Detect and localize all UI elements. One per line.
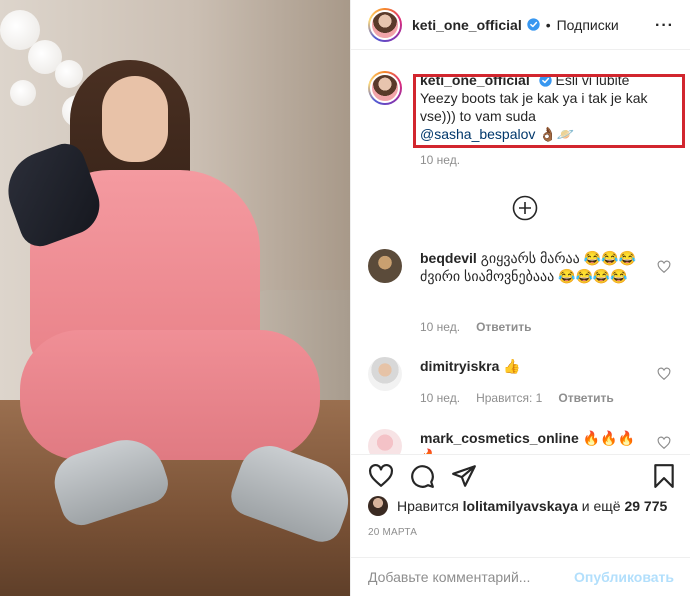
bookmark-icon[interactable]: [651, 463, 677, 489]
comment-avatar[interactable]: [368, 429, 402, 454]
header-separator: •: [545, 16, 551, 33]
photo-flower: [55, 60, 83, 88]
comment-text: dimitryiskra 👍: [420, 357, 650, 391]
comment-icon[interactable]: [409, 463, 435, 489]
comment-body: 👍: [503, 358, 521, 374]
comment-avatar[interactable]: [368, 249, 402, 283]
comment-time[interactable]: 10 нед.: [420, 391, 460, 405]
liker-username[interactable]: lolitamilyavskaya: [463, 498, 578, 514]
caption-time[interactable]: 10 нед.: [420, 153, 460, 167]
photo-face: [102, 76, 168, 162]
highlight-box: [413, 74, 685, 148]
photo-flower: [10, 80, 36, 106]
author-username[interactable]: keti_one_official: [412, 17, 522, 33]
caption-meta: 10 нед.: [420, 153, 460, 167]
comment-username[interactable]: beqdevil: [420, 250, 477, 266]
reply-button[interactable]: Ответить: [476, 320, 531, 334]
comment-username[interactable]: dimitryiskra: [420, 358, 499, 374]
photo-pants: [20, 330, 320, 460]
share-icon[interactable]: [451, 463, 477, 489]
post-header: keti_one_official • Подписки ···: [351, 0, 690, 50]
like-comment-heart-icon[interactable]: [657, 436, 671, 450]
plus-circle-icon[interactable]: [512, 195, 538, 221]
post-date[interactable]: 20 МАРТА: [368, 527, 417, 538]
comment-item: mark_cosmetics_online 🔥🔥🔥🔥: [368, 429, 650, 454]
more-horizontal-icon[interactable]: ···: [655, 17, 674, 35]
publish-button[interactable]: Опубликовать: [574, 569, 674, 585]
comment-username[interactable]: mark_cosmetics_online: [420, 430, 579, 446]
post-actions-bar: [351, 454, 690, 494]
comment-item: dimitryiskra 👍: [368, 357, 650, 391]
comment-meta: 10 нед. Ответить: [420, 320, 532, 334]
following-button[interactable]: Подписки: [557, 17, 619, 33]
like-comment-heart-icon[interactable]: [657, 260, 671, 274]
comment-text: beqdevil გიყვარს მარაა 😂😂😂ძვირი სიამოვნე…: [420, 249, 650, 285]
comment-time[interactable]: 10 нед.: [420, 320, 460, 334]
comment-input[interactable]: [368, 569, 575, 585]
heart-icon[interactable]: [368, 463, 394, 489]
likes-summary: Нравится lolitamilyavskaya и ещё 29 775: [368, 496, 667, 516]
post-panel: keti_one_official • Подписки ··· keti_on…: [350, 0, 690, 596]
like-comment-heart-icon[interactable]: [657, 367, 671, 381]
comment-meta: 10 нед. Нравится: 1 Ответить: [420, 391, 614, 405]
likes-middle: и ещё: [581, 498, 621, 514]
comment-item: beqdevil გიყვარს მარაა 😂😂😂ძვირი სიამოვნე…: [368, 249, 650, 285]
reply-button[interactable]: Ответить: [558, 391, 613, 405]
likes-prefix: Нравится: [397, 498, 459, 514]
likes-count[interactable]: 29 775: [624, 498, 667, 514]
comment-text: mark_cosmetics_online 🔥🔥🔥🔥: [420, 429, 650, 454]
comment-avatar[interactable]: [368, 357, 402, 391]
add-comment-bar: Опубликовать: [351, 557, 690, 596]
caption-avatar[interactable]: [368, 71, 402, 105]
comments-list[interactable]: keti_one_official Esli vi lubite Yeezy b…: [351, 51, 690, 454]
verified-badge-icon: [527, 18, 540, 31]
author-avatar[interactable]: [368, 7, 402, 42]
liker-avatar[interactable]: [368, 496, 388, 516]
comment-likes[interactable]: Нравится: 1: [476, 391, 542, 405]
post-photo[interactable]: [0, 0, 350, 596]
